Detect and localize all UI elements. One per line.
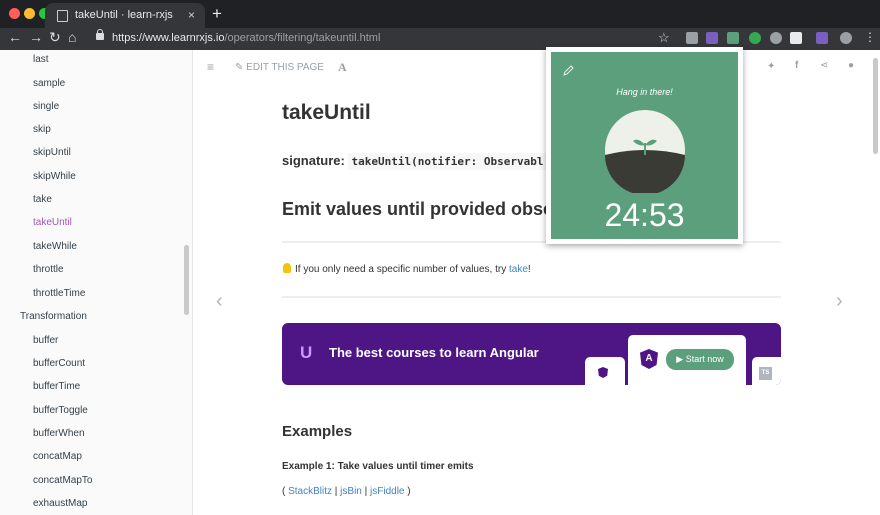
typescript-icon: TS [759,367,772,380]
sidebar-item-take[interactable]: take [33,194,52,205]
links-separator: | [361,486,371,497]
sidebar-item-concatmap[interactable]: concatMap [33,451,82,462]
stackblitz-link[interactable]: StackBlitz [288,486,332,497]
previous-page-arrow-icon[interactable]: ‹ [216,290,223,313]
sidebar-item-buffer[interactable]: buffer [33,335,58,346]
next-page-arrow-icon[interactable]: › [836,290,843,313]
sidebar-item-buffertoggle[interactable]: bufferToggle [33,405,88,416]
lock-icon [96,29,104,40]
popup-body: Hang in there! 24:53 [551,52,738,239]
edit-pencil-icon[interactable] [563,64,575,76]
menu-icon[interactable]: ⋮ [864,30,876,44]
edit-page-label: EDIT THIS PAGE [246,62,324,73]
section-heading: Emit values until provided obse [282,199,554,219]
lightbulb-icon [283,263,291,273]
sidebar-item-skipwhile[interactable]: skipWhile [33,171,76,182]
profile-avatar[interactable] [840,32,852,44]
twitter-icon[interactable]: ✦ [767,61,775,72]
sidebar-scrollbar[interactable] [184,245,189,315]
sidebar-item-last[interactable]: last [33,54,49,65]
jsfiddle-link[interactable]: jsFiddle [370,486,404,497]
sidebar-section-transformation[interactable]: Transformation [20,311,87,322]
edit-page-link[interactable]: ✎ EDIT THIS PAGE [235,62,324,73]
take-link[interactable]: take [509,264,528,275]
new-tab-button[interactable]: + [212,4,222,24]
home-icon[interactable]: ⌂ [68,29,76,45]
extension-icon-7[interactable] [816,32,828,44]
tip-prefix: If you only need a specific number of va… [295,264,509,275]
browser-tab[interactable]: takeUntil · learn-rxjs × [45,3,205,28]
close-window-button[interactable] [9,8,20,19]
sidebar-item-buffertime[interactable]: bufferTime [33,381,80,392]
page-title: takeUntil [282,101,371,124]
jsbin-link[interactable]: jsBin [340,486,362,497]
extension-icon-5[interactable] [770,32,782,44]
address-bar[interactable]: https://www.learnrxjs.io/operators/filte… [112,32,380,44]
sidebar-item-concatmapto[interactable]: concatMapTo [33,475,92,486]
close-tab-icon[interactable]: × [188,8,195,22]
example-title: Example 1: Take values until timer emits [282,461,474,472]
minimize-window-button[interactable] [24,8,35,19]
sidebar-item-skip[interactable]: skip [33,124,51,135]
github-icon[interactable]: ● [848,60,854,71]
sidebar-item-buffercount[interactable]: bufferCount [33,358,85,369]
sidebar-item-throttle[interactable]: throttle [33,264,64,275]
start-now-button[interactable]: ▶ Start now [666,349,734,370]
page-scrollbar[interactable] [873,58,878,154]
toggle-sidebar-icon[interactable]: ≡ [207,60,214,74]
bookmark-star-icon[interactable]: ☆ [658,30,670,46]
back-icon[interactable]: ← [8,29,22,45]
sidebar-item-skipuntil[interactable]: skipUntil [33,147,71,158]
focus-timer-popup: Hang in there! 24:53 [546,47,743,244]
sidebar-item-takewhile[interactable]: takeWhile [33,241,77,252]
countdown-timer: 24:53 [604,197,685,233]
facebook-icon[interactable]: f [795,60,798,71]
browser-titlebar: takeUntil · learn-rxjs × + [0,0,880,28]
sidebar-item-single[interactable]: single [33,101,59,112]
page-icon [57,10,68,22]
tip-suffix: ! [527,264,531,275]
url-path: /operators/filtering/takeuntil.html [224,32,381,44]
links-separator: | [332,486,341,497]
share-icon[interactable]: ⋖ [820,60,828,71]
banner-text: The best courses to learn Angular [329,345,539,360]
links-close: ) [404,486,411,497]
browser-toolbar: ← → ↻ ⌂ https://www.learnrxjs.io/operato… [0,28,880,50]
extension-icon-4[interactable] [749,32,761,44]
sidebar: last sample single skip skipUntil skipWh… [0,50,193,515]
encouragement-message: Hang in there! [616,87,673,97]
angular-courses-banner[interactable]: U The best courses to learn Angular A ▶ … [282,323,781,385]
forward-icon[interactable]: → [29,29,43,45]
font-settings-icon[interactable]: A [338,60,347,75]
divider [282,296,781,298]
sidebar-item-exhaustmap[interactable]: exhaustMap [33,498,87,509]
sidebar-item-throttletime[interactable]: throttleTime [33,288,85,299]
growing-plant-icon [605,110,685,193]
signature-line: signature: takeUntil(notifier: Observabl [282,153,547,170]
tab-title: takeUntil · learn-rxjs [75,9,173,21]
extension-icon-6[interactable] [790,32,802,44]
url-host: https://www.learnrxjs.io [112,32,225,44]
pencil-icon: ✎ [235,62,247,73]
extension-icon-2[interactable] [706,32,718,44]
sidebar-item-sample[interactable]: sample [33,78,65,89]
example-links: ( StackBlitz | jsBin | jsFiddle ) [282,486,411,497]
extension-icon-1[interactable] [686,32,698,44]
examples-heading: Examples [282,423,353,440]
sidebar-item-takeuntil[interactable]: takeUntil [33,217,72,228]
extension-icon-3[interactable] [727,32,739,44]
tip-text: If you only need a specific number of va… [283,263,531,275]
reload-icon[interactable]: ↻ [49,29,61,46]
ultimate-logo-icon: U [300,343,313,362]
signature-code: takeUntil(notifier: Observabl [348,153,547,170]
sidebar-item-bufferwhen[interactable]: bufferWhen [33,428,85,439]
signature-label: signature: [282,153,345,168]
